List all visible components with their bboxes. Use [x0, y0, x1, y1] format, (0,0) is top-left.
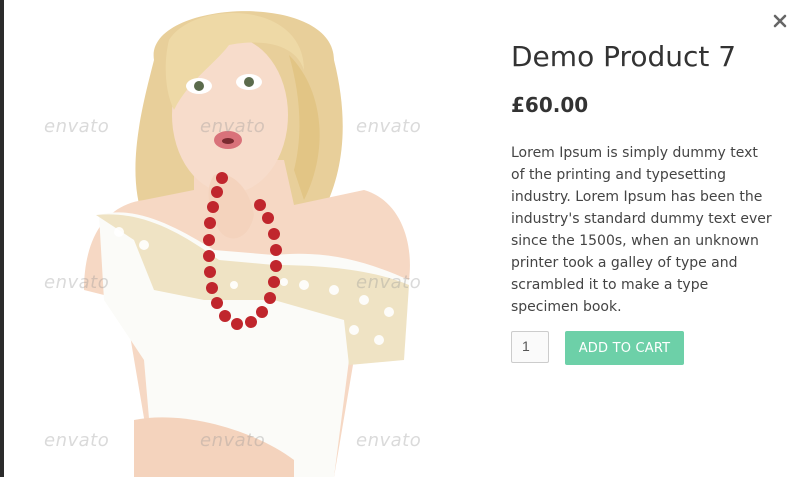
- add-to-cart-button[interactable]: ADD TO CART: [565, 331, 684, 365]
- product-image: envato envato envato envato envato envat…: [4, 0, 472, 477]
- close-button[interactable]: [771, 12, 789, 30]
- product-title: Demo Product 7: [511, 40, 737, 73]
- product-description: Lorem Ipsum is simply dummy text of the …: [511, 145, 772, 315]
- quick-view-modal: envato envato envato envato envato envat…: [4, 0, 803, 477]
- quantity-input[interactable]: 1: [511, 331, 549, 363]
- close-icon: [773, 14, 787, 28]
- product-photo: [84, 11, 410, 477]
- product-price: £60.00: [511, 93, 589, 117]
